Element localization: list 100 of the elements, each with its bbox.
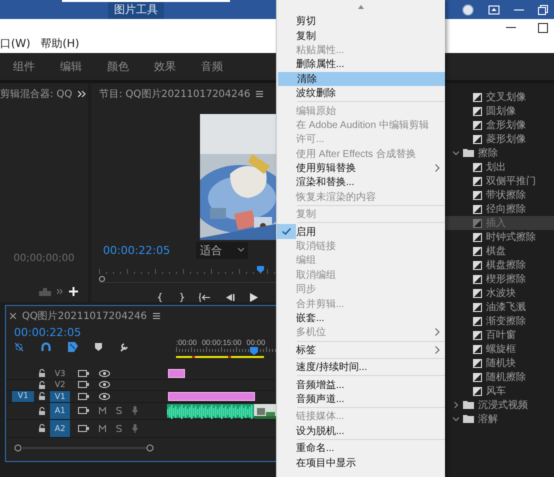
menu-item[interactable]: 清除 [278, 72, 445, 86]
zoom-scrollbar[interactable] [14, 444, 154, 452]
lock-icon[interactable] [38, 406, 46, 415]
workspace-tab[interactable]: 组件 [13, 59, 35, 74]
workspace-tab[interactable]: 音频 [201, 59, 223, 74]
mark-in-icon[interactable] [157, 293, 164, 302]
lock-icon[interactable] [38, 380, 46, 389]
menu-item[interactable]: 启用 [277, 224, 445, 239]
playhead-marker[interactable] [257, 266, 264, 273]
effect-item[interactable]: 菱形划像 [444, 132, 554, 146]
sync-lock-icon[interactable] [78, 392, 89, 400]
track-target[interactable]: V2 [50, 380, 70, 390]
sequence-title[interactable]: QQ图片20211017204246 [22, 309, 147, 323]
effect-item[interactable]: 棋盘 [444, 244, 554, 258]
menu-icon[interactable] [152, 313, 160, 319]
track-target[interactable]: V1 [50, 391, 70, 402]
menu-item[interactable]: 使用剪辑替换 [277, 160, 445, 176]
eye-icon[interactable] [99, 392, 110, 400]
workspace-tab[interactable]: 颜色 [107, 59, 129, 74]
menu-item[interactable]: 帮助(H) [40, 37, 80, 51]
effect-item[interactable]: 棋盘擦除 [444, 258, 554, 272]
minimize-icon[interactable] [506, 27, 516, 29]
menu-item[interactable]: 剪切 [277, 14, 445, 28]
effect-item[interactable]: 水波块 [444, 286, 554, 300]
effect-item[interactable]: 径向擦除 [444, 202, 554, 216]
effect-item[interactable]: 油漆飞溅 [444, 300, 554, 314]
mute-icon[interactable] [99, 407, 106, 414]
solo-icon[interactable] [116, 424, 122, 432]
lock-icon[interactable] [38, 424, 46, 432]
video-clip[interactable] [168, 369, 185, 378]
menu-item[interactable]: 音频增益... [277, 377, 445, 392]
eye-icon[interactable] [99, 381, 110, 388]
menu-item[interactable]: 波纹删除 [277, 86, 445, 100]
maximize-icon[interactable] [538, 23, 548, 33]
effect-item[interactable]: 渐变擦除 [444, 314, 554, 328]
source-patch[interactable]: V1 [12, 391, 34, 402]
restore-icon[interactable] [538, 4, 548, 14]
sync-lock-icon[interactable] [78, 370, 89, 377]
step-back-icon[interactable] [225, 293, 235, 302]
search-icon[interactable] [462, 4, 474, 16]
scroll-up-icon[interactable] [358, 5, 364, 9]
menu-item[interactable]: 删除属性... [277, 57, 445, 72]
chevron-icon[interactable] [453, 402, 459, 408]
chevron-icon[interactable] [453, 416, 459, 422]
effect-item[interactable]: 楔形擦除 [444, 272, 554, 286]
menu-item[interactable]: 在项目中显示 [277, 455, 445, 470]
effect-item[interactable]: 百叶窗 [444, 328, 554, 342]
microphone-icon[interactable] [132, 406, 138, 416]
menu-icon[interactable] [256, 91, 264, 97]
effect-item[interactable]: 圆划像 [444, 104, 554, 118]
marker-icon[interactable] [95, 343, 102, 351]
workspace-tab[interactable]: 效果 [154, 59, 176, 74]
chevron-icon[interactable] [453, 150, 459, 156]
minimize-icon[interactable] [514, 8, 524, 10]
effect-item[interactable]: 时钟式擦除 [444, 230, 554, 244]
track-target[interactable]: A2 [50, 420, 70, 436]
menu-item[interactable]: 复制 [277, 28, 445, 43]
upload-icon[interactable] [488, 4, 500, 14]
menu-item[interactable]: 音频声道... [277, 392, 445, 406]
sync-lock-icon[interactable] [78, 407, 89, 414]
effect-item[interactable]: 螺旋框 [444, 342, 554, 356]
sync-lock-icon[interactable] [78, 381, 89, 388]
video-clip[interactable] [168, 392, 255, 400]
add-icon[interactable] [69, 287, 78, 296]
menu-item[interactable]: 渲染和替换... [277, 175, 445, 190]
magnet-icon[interactable] [41, 342, 51, 352]
snap-nest-icon[interactable] [14, 342, 24, 352]
effect-item[interactable]: 随机擦除 [444, 370, 554, 384]
track-target[interactable]: V3 [50, 368, 70, 378]
menu-item[interactable]: 速度/持续时间... [277, 360, 445, 374]
wrench-icon[interactable] [119, 342, 129, 352]
effect-item[interactable]: 随机块 [444, 356, 554, 370]
go-to-in-icon[interactable] [199, 293, 211, 302]
effect-item[interactable]: 盒形划像 [444, 118, 554, 132]
play-icon[interactable] [249, 293, 259, 302]
effect-item[interactable]: 带状擦除 [444, 188, 554, 202]
menu-item[interactable]: 标签 [277, 342, 445, 357]
menu-item[interactable]: 口(W) [0, 37, 30, 51]
effect-item[interactable]: 划出 [444, 160, 554, 174]
folder-item[interactable]: 沉浸式视频 [444, 398, 554, 412]
folder-item[interactable]: 溶解 [444, 412, 554, 426]
menu-item[interactable]: 重命名... [277, 440, 445, 456]
effect-item[interactable]: 交叉划像 [444, 90, 554, 104]
audio-clip[interactable] [167, 404, 254, 418]
sync-lock-icon[interactable] [78, 424, 89, 432]
track-target[interactable]: A1 [50, 402, 70, 419]
menu-item[interactable]: 嵌套... [277, 310, 445, 326]
close-icon[interactable] [10, 313, 16, 319]
linked-selection-icon[interactable] [68, 342, 78, 352]
menu-item[interactable]: 设为脱机... [277, 424, 445, 438]
effect-item[interactable]: 风车 [444, 384, 554, 398]
workspace-tab[interactable]: 编辑 [60, 59, 82, 74]
mark-out-icon[interactable] [178, 293, 185, 302]
solo-icon[interactable] [116, 407, 122, 414]
microphone-icon[interactable] [132, 424, 138, 433]
mute-icon[interactable] [99, 424, 106, 432]
folder-item[interactable]: 擦除 [444, 146, 554, 160]
effect-item[interactable]: 双侧平推门 [444, 174, 554, 188]
zoom-dropdown[interactable]: 适合 [196, 242, 248, 258]
lock-icon[interactable] [38, 369, 46, 378]
